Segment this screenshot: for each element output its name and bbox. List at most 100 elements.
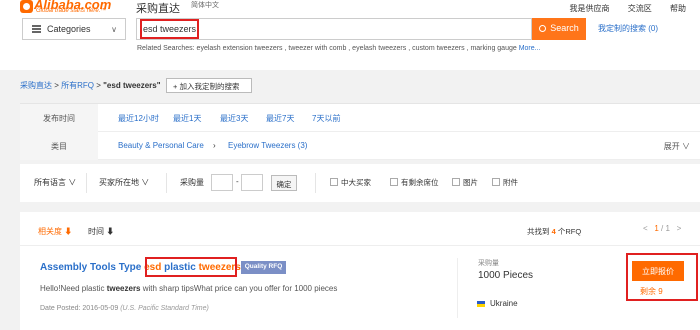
results-count: 共找到 4 个RFQ [527,226,581,237]
title-highlight-box [145,257,237,277]
alibaba-logo[interactable]: Alibaba.com Global trade starts here.™ [20,0,130,16]
buyer-location-dropdown[interactable]: 买家所在地 ∨ [99,177,149,188]
filter-panel: 发布时间 最近12小时 最近1天 最近3天 最近7天 7天以前 类目 Beaut… [20,103,700,160]
pager-prev[interactable]: < [643,224,648,233]
found-suffix: 个RFQ [557,227,582,236]
expand-label: 展开 [663,142,680,151]
date-timezone: (U.S. Pacific Standard Time) [120,305,209,312]
expand-button[interactable]: 展开 ∨ [664,141,690,152]
filter-row-category: 类目 Beauty & Personal Care › Eyebrow Twee… [20,132,700,160]
pager-total: 1 [665,224,670,233]
range-separator: - [236,177,239,186]
alibaba-logo-icon [20,0,33,13]
breadcrumb-all-rfq[interactable]: 所有RFQ [61,81,94,90]
divider [86,173,87,193]
menu-icon [32,25,41,33]
breadcrumb-home[interactable]: 采购直达 [20,81,52,90]
sort-time[interactable]: 时间 ⬇ [88,226,114,237]
chevron-down-icon: ∨ [68,178,77,187]
divider [315,173,316,193]
filter-time-label: 发布时间 [20,104,98,132]
filter-category-beauty[interactable]: Beauty & Personal Care [118,141,204,150]
sub-brand[interactable]: 采购直达 [136,0,180,16]
search-icon [539,25,547,32]
language-selector[interactable]: 简体中文 [191,0,219,10]
checkbox-attachments-label: 附件 [503,178,518,187]
top-link-help[interactable]: 帮助 [670,4,686,13]
ukraine-flag-icon [477,300,485,307]
sort-relevance[interactable]: 相关度 ⬇ [38,226,72,237]
desc-suffix: with sharp tipsWhat price can you offer … [140,284,338,293]
quantity-value: 1000 Pieces [478,270,534,281]
search-button[interactable]: Search [532,18,586,40]
date-label: Date Posted: 2016-05-09 [40,305,119,312]
filter-category-label: 类目 [20,132,98,160]
chevron-down-icon: ∨ [111,25,117,34]
quantity-min-input[interactable] [211,174,233,191]
top-link-supplier[interactable]: 我是供应商 [570,4,610,13]
checkbox-icon [390,178,398,186]
sort-bar: 相关度 ⬇ 时间 ⬇ 共找到 4 个RFQ < 1 / 1 > [20,212,700,246]
desc-bold: tweezers [106,284,141,293]
filter-time-1d[interactable]: 最近1天 [173,113,201,124]
pager-next[interactable]: > [677,224,682,233]
filter-time-7d[interactable]: 最近7天 [266,113,294,124]
header: Alibaba.com Global trade starts here.™ 采… [0,0,700,70]
all-languages-label: 所有语言 [34,178,66,187]
found-count: 4 [551,227,556,236]
related-terms[interactable]: eyelash extension tweezers , tweezer wit… [197,45,517,52]
refine-bar: 所有语言 ∨ 买家所在地 ∨ 采购量 - 确定 中大买家 有剩余席位 图片 附件 [20,164,700,202]
filter-row-time: 发布时间 最近12小时 最近1天 最近3天 最近7天 7天以前 [20,104,700,132]
rfq-description: Hello!Need plastic tweezers with sharp t… [40,284,337,293]
date-posted: Date Posted: 2016-05-09 (U.S. Pacific St… [40,305,209,312]
rfq-title-prefix: Assembly Tools Type [40,262,145,273]
pager-current: 1 [654,224,659,233]
pagination: < 1 / 1 > [643,224,681,233]
top-link-community[interactable]: 交流区 [628,4,652,13]
quantity-column-label: 采购量 [478,260,499,267]
quantity-label: 采购量 [180,178,204,187]
chevron-down-icon: ∨ [682,142,690,151]
related-label: Related Searches: [137,45,195,52]
confirm-button[interactable]: 确定 [271,175,297,191]
filter-category-eyebrow[interactable]: Eyebrow Tweezers (3) [228,141,307,150]
buyer-location-label: 买家所在地 [99,178,139,187]
country-name: Ukraine [490,299,518,308]
categories-label: Categories [47,24,91,34]
add-custom-search-button[interactable]: + 加入我定制的搜索 [166,78,252,93]
checkbox-large-buyer[interactable]: 中大买家 [330,177,371,188]
checkbox-attachments[interactable]: 附件 [492,177,518,188]
chevron-down-icon: ∨ [141,178,150,187]
query-highlight-box [140,19,199,39]
search-button-label: Search [550,23,579,33]
all-languages-dropdown[interactable]: 所有语言 ∨ [34,177,76,188]
filter-time-12h[interactable]: 最近12小时 [118,113,159,124]
checkbox-icon [492,178,500,186]
logo-tagline: Global trade starts here.™ [36,8,107,14]
breadcrumb: 采购直达 > 所有RFQ > "esd tweezers" [20,81,161,90]
breadcrumb-current: "esd tweezers" [103,81,161,90]
buyer-country: Ukraine [477,299,518,308]
related-more-link[interactable]: More... [519,45,541,52]
checkbox-seats-label: 有剩余席位 [401,178,439,187]
quantity-column: 采购量 1000 Pieces [457,258,537,318]
results-panel: 相关度 ⬇ 时间 ⬇ 共找到 4 个RFQ < 1 / 1 > Assembly… [20,212,700,330]
related-searches: Related Searches: eyelash extension twee… [137,45,541,52]
category-separator: › [213,141,216,150]
quote-highlight-box [626,253,698,301]
checkbox-images[interactable]: 图片 [452,177,478,188]
pager-sep: / [661,224,664,233]
found-prefix: 共找到 [527,227,550,236]
checkbox-icon [452,178,460,186]
categories-dropdown[interactable]: Categories ∨ [22,18,126,40]
custom-search-link[interactable]: 我定制的搜索 (0) [598,23,658,34]
checkbox-large-buyer-label: 中大买家 [341,178,371,187]
checkbox-seats[interactable]: 有剩余席位 [390,177,439,188]
checkbox-images-label: 图片 [463,178,478,187]
filter-time-3d[interactable]: 最近3天 [220,113,248,124]
quality-rfq-badge: Quality RFQ [241,261,286,274]
quantity-max-input[interactable] [241,174,263,191]
divider [166,173,167,193]
top-links: 我是供应商 交流区 帮助 [554,3,686,14]
filter-time-older[interactable]: 7天以前 [312,113,340,124]
